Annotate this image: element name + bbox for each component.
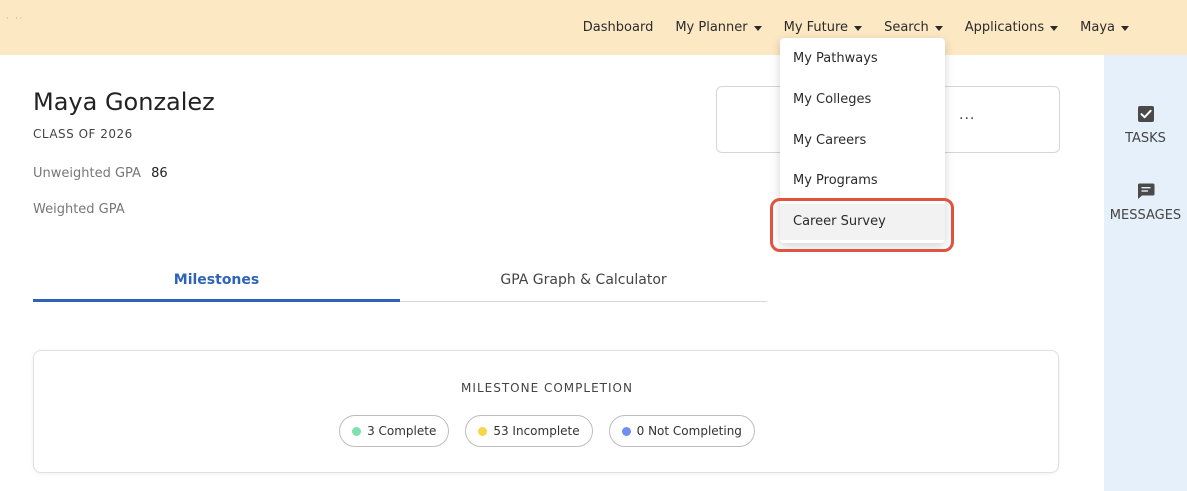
complete-status-dot <box>352 426 362 436</box>
message-icon <box>1137 183 1154 199</box>
caret-down-icon <box>753 25 762 31</box>
nav-dashboard[interactable]: Dashboard <box>583 20 654 35</box>
milestone-status-pills: 3 Complete 53 Incomplete 0 Not Completin… <box>34 415 1060 447</box>
my-future-dropdown: My Pathways My Colleges My Careers My Pr… <box>780 38 945 243</box>
dropdown-item-my-programs[interactable]: My Programs <box>780 163 945 199</box>
right-sidebar: TASKS MESSAGES <box>1104 55 1187 491</box>
not-completing-status-dot <box>621 426 631 436</box>
dropdown-item-my-careers[interactable]: My Careers <box>780 123 945 159</box>
more-options-icon[interactable]: ... <box>959 107 975 123</box>
sidebar-tasks-label: TASKS <box>1125 131 1166 146</box>
caret-down-icon <box>1121 25 1129 31</box>
nav-applications-label: Applications <box>964 20 1045 35</box>
milestone-completion-title: MILESTONE COMPLETION <box>461 381 633 395</box>
top-nav-bar: · ·· Dashboard My Planner My Future Sear… <box>0 0 1187 55</box>
logo[interactable]: · ·· <box>6 14 24 23</box>
tab-milestones[interactable]: Milestones <box>33 258 400 302</box>
sidebar-messages-label: MESSAGES <box>1109 208 1182 223</box>
unweighted-gpa: Unweighted GPA 86 <box>33 166 168 181</box>
caret-down-icon <box>934 25 943 31</box>
sidebar-tasks[interactable]: TASKS <box>1104 105 1187 146</box>
dropdown-item-career-survey[interactable]: Career Survey <box>780 204 945 240</box>
weighted-gpa: Weighted GPA <box>33 202 131 217</box>
incomplete-status-dot <box>478 426 488 436</box>
complete-pill[interactable]: 3 Complete <box>339 415 450 447</box>
nav-dashboard-label: Dashboard <box>582 20 654 35</box>
nav-my-future-label: My Future <box>783 20 849 35</box>
caret-down-icon <box>1050 25 1059 31</box>
tab-gpa-graph-calculator[interactable]: GPA Graph & Calculator <box>400 258 767 302</box>
nav-search[interactable]: Search <box>884 20 943 35</box>
complete-pill-label: 3 Complete <box>367 424 437 438</box>
nav-my-planner-label: My Planner <box>675 20 748 35</box>
incomplete-pill[interactable]: 53 Incomplete <box>465 415 593 447</box>
dropdown-item-my-pathways[interactable]: My Pathways <box>780 41 945 77</box>
not-completing-pill[interactable]: 0 Not Completing <box>608 415 755 447</box>
nav-applications[interactable]: Applications <box>964 20 1059 35</box>
milestone-completion-card: MILESTONE COMPLETION 3 Complete 53 Incom… <box>33 350 1059 473</box>
student-name: Maya Gonzalez <box>33 88 215 116</box>
dropdown-item-my-colleges[interactable]: My Colleges <box>780 82 945 118</box>
unweighted-gpa-label: Unweighted GPA <box>33 166 141 181</box>
class-of: CLASS OF 2026 <box>33 127 133 141</box>
profile-tabs: Milestones GPA Graph & Calculator <box>33 258 767 302</box>
not-completing-pill-label: 0 Not Completing <box>636 424 742 438</box>
incomplete-pill-label: 53 Incomplete <box>493 424 580 438</box>
nav-user-label: Maya <box>1080 20 1115 35</box>
nav-user-menu[interactable]: Maya <box>1080 20 1129 35</box>
unweighted-gpa-value: 86 <box>151 166 168 181</box>
nav-search-label: Search <box>884 20 929 35</box>
sidebar-messages[interactable]: MESSAGES <box>1104 182 1187 223</box>
nav-my-planner[interactable]: My Planner <box>675 20 762 35</box>
weighted-gpa-label: Weighted GPA <box>33 202 125 217</box>
checkbox-icon <box>1137 106 1154 122</box>
caret-down-icon <box>854 25 863 31</box>
nav-my-future[interactable]: My Future <box>783 20 863 35</box>
